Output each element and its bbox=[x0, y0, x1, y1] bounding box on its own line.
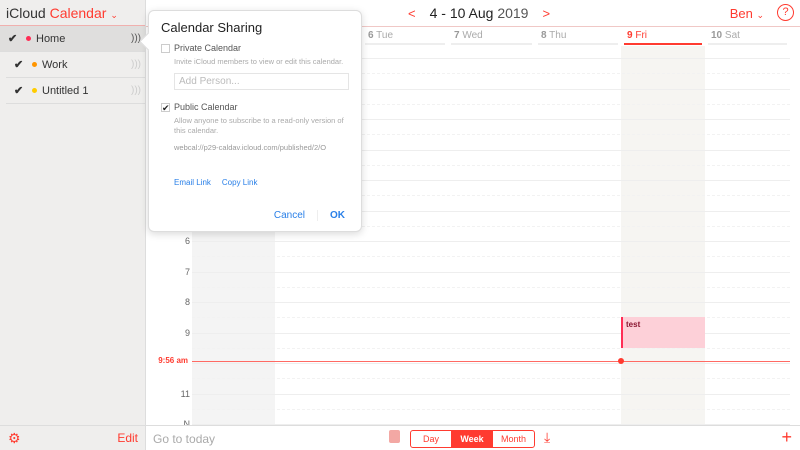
help-icon[interactable]: ? bbox=[777, 4, 794, 21]
public-label: Public Calendar bbox=[174, 102, 238, 112]
go-to-today-button[interactable]: Go to today bbox=[153, 432, 215, 446]
check-icon[interactable]: ✔ bbox=[8, 32, 22, 45]
public-url[interactable]: webcal://p29-caldav.icloud.com/published… bbox=[174, 143, 349, 152]
day-header[interactable]: 9 Fri bbox=[624, 30, 702, 45]
footer: Go to today Day Week Month ⤓ + bbox=[146, 425, 800, 450]
brand-name: iCloud bbox=[6, 5, 46, 21]
sidebar: iCloud Calendar ⌄ ✔ Home))) ✔ Work))) ✔ Unt… bbox=[0, 0, 146, 450]
calendar-item-home[interactable]: ✔ Home))) bbox=[0, 26, 145, 52]
calendar-sharing-popover: Calendar Sharing Private Calendar Invite… bbox=[148, 10, 362, 232]
add-event-button[interactable]: + bbox=[781, 427, 792, 448]
check-icon[interactable]: ✔ bbox=[14, 58, 28, 71]
public-checkbox[interactable]: ✔ bbox=[161, 102, 170, 112]
hour-line bbox=[192, 393, 790, 395]
calendars-stack-icon[interactable] bbox=[389, 430, 400, 443]
day-header[interactable]: 8 Thu bbox=[538, 30, 618, 45]
private-description: Invite iCloud members to view or edit th… bbox=[174, 57, 344, 66]
day-header[interactable]: 7 Wed bbox=[451, 30, 532, 45]
calendar-label: Untitled 1 bbox=[42, 84, 89, 97]
hour-label: 7 bbox=[184, 266, 190, 277]
hour-label: 9 bbox=[184, 327, 190, 338]
hour-label: 6 bbox=[184, 236, 190, 246]
calendar-item-work[interactable]: ✔ Work))) bbox=[6, 52, 145, 78]
share-icon[interactable]: ))) bbox=[131, 85, 141, 96]
hour-line bbox=[192, 363, 790, 364]
private-checkbox[interactable] bbox=[161, 43, 170, 53]
half-hour-line bbox=[192, 347, 790, 349]
current-time-label: 9:56 am bbox=[158, 355, 188, 365]
date-range: 4 - 10 Aug 2019 bbox=[429, 5, 529, 21]
copy-link-button[interactable]: Copy Link bbox=[222, 178, 258, 187]
month-view-button[interactable]: Month bbox=[493, 431, 534, 447]
edit-button[interactable]: Edit bbox=[117, 431, 138, 445]
sidebar-footer: ⚙ Edit bbox=[0, 425, 146, 450]
popover-title: Calendar Sharing bbox=[161, 20, 263, 35]
half-hour-line bbox=[192, 378, 790, 380]
day-header[interactable]: 6 Tue bbox=[365, 30, 445, 45]
view-switcher: Day Week Month bbox=[410, 430, 535, 448]
day-header[interactable]: 10 Sat bbox=[708, 30, 787, 45]
color-dot bbox=[32, 88, 37, 93]
hour-label: 11 bbox=[180, 388, 190, 399]
half-hour-line bbox=[192, 286, 790, 288]
add-person-input[interactable]: Add Person... bbox=[174, 73, 349, 90]
next-week-button[interactable]: > bbox=[542, 6, 550, 21]
hour-line bbox=[192, 302, 790, 303]
event-block[interactable]: test bbox=[621, 317, 705, 348]
cancel-button[interactable]: Cancel bbox=[274, 210, 305, 221]
public-calendar-option[interactable]: ✔ Public Calendar bbox=[161, 102, 349, 112]
private-label: Private Calendar bbox=[174, 43, 242, 53]
ok-button[interactable]: OK bbox=[317, 210, 345, 221]
calendar-item-untitled-1[interactable]: ✔ Untitled 1))) bbox=[6, 78, 145, 104]
color-dot bbox=[32, 62, 37, 67]
gear-icon[interactable]: ⚙ bbox=[8, 430, 21, 447]
chevron-down-icon: ⌄ bbox=[110, 10, 118, 20]
share-icon[interactable]: ))) bbox=[131, 59, 141, 70]
current-time-line bbox=[192, 360, 790, 362]
hour-line bbox=[192, 241, 790, 242]
day-view-button[interactable]: Day bbox=[411, 431, 452, 447]
color-dot bbox=[26, 36, 31, 41]
hour-label: 8 bbox=[184, 297, 190, 307]
check-icon[interactable]: ✔ bbox=[14, 84, 28, 97]
download-icon[interactable]: ⤓ bbox=[544, 429, 550, 446]
calendar-label: Home bbox=[36, 32, 66, 45]
week-nav: <4 - 10 Aug 2019 > bbox=[408, 5, 550, 21]
current-time-dot bbox=[618, 357, 624, 364]
prev-week-button[interactable]: < bbox=[408, 6, 416, 21]
public-description: Allow anyone to subscribe to a read-only… bbox=[174, 116, 344, 135]
app-title[interactable]: iCloud Calendar ⌄ bbox=[0, 0, 145, 26]
week-view-button[interactable]: Week bbox=[452, 431, 493, 447]
email-link-button[interactable]: Email Link bbox=[174, 178, 211, 187]
user-menu[interactable]: Ben ⌄ bbox=[730, 6, 764, 21]
half-hour-line bbox=[192, 408, 790, 410]
app-name: Calendar bbox=[49, 5, 107, 21]
private-calendar-option[interactable]: Private Calendar bbox=[161, 43, 349, 53]
hour-line bbox=[192, 271, 790, 273]
half-hour-line bbox=[192, 256, 790, 258]
calendar-label: Work bbox=[42, 58, 68, 71]
